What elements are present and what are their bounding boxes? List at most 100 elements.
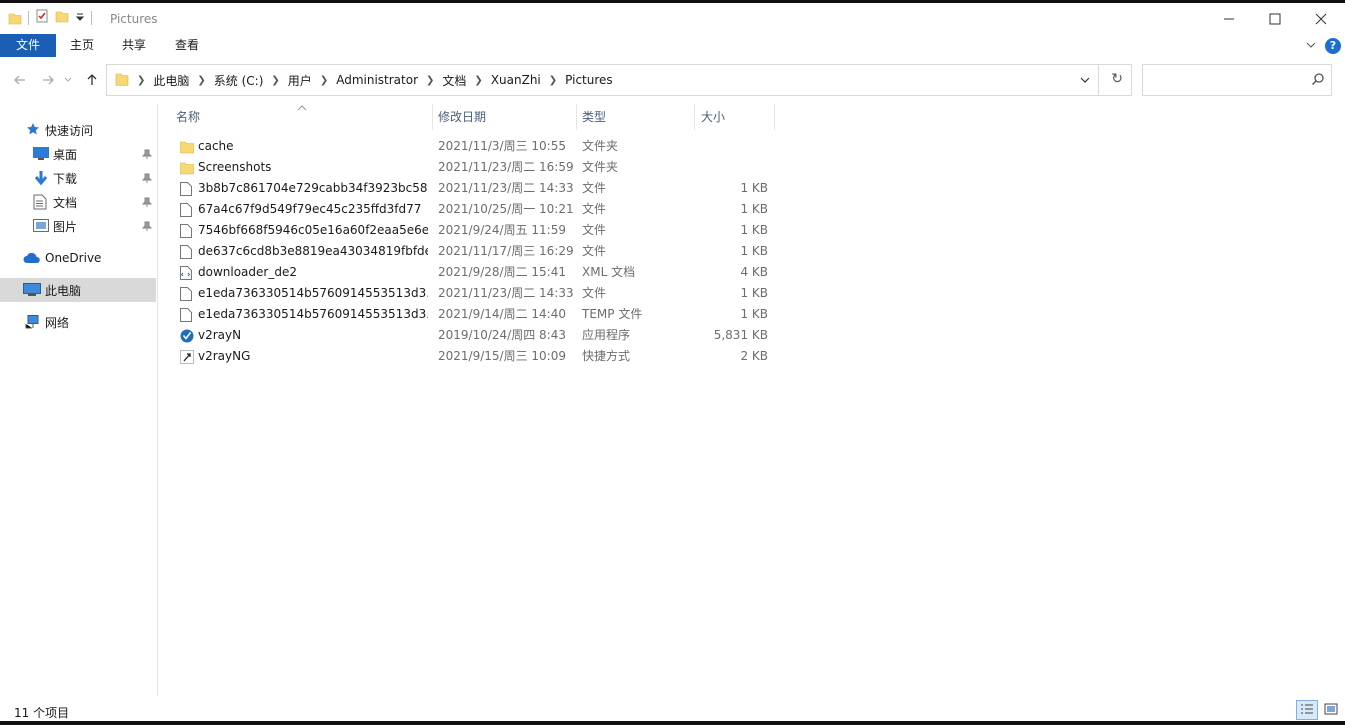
expand-ribbon-icon[interactable] <box>1305 39 1317 54</box>
table-row[interactable]: v2rayNG 2021/9/15/周三 10:09 快捷方式 2 KB <box>176 346 936 367</box>
sidebar-item-desktop[interactable]: 桌面 <box>0 142 156 166</box>
close-button[interactable] <box>1298 3 1344 37</box>
sidebar-item-label: OneDrive <box>45 251 102 265</box>
details-view-icon <box>1300 703 1314 718</box>
navigation-pane: 快速访问 桌面 下载 文档 图片 OneDrive 此电脑 网络 <box>0 104 158 696</box>
tab-view[interactable]: 查看 <box>161 34 213 57</box>
pin-icon[interactable] <box>141 172 153 186</box>
sidebar-item-documents[interactable]: 文档 <box>0 190 156 214</box>
minimize-icon <box>1223 13 1235 28</box>
table-row[interactable]: e1eda736330514b5760914553513d3... 2021/9… <box>176 304 936 325</box>
pin-icon[interactable] <box>141 220 153 234</box>
file-type: 文件 <box>582 181 607 195</box>
sidebar-item-downloads[interactable]: 下载 <box>0 166 156 190</box>
ribbon: 文件 主页 共享 查看 ? <box>0 34 1345 58</box>
file-size: 1 KB <box>740 223 768 237</box>
breadcrumb-item[interactable]: 用户 <box>282 72 318 89</box>
file-date: 2021/11/17/周三 16:29 <box>438 244 574 258</box>
file-date: 2021/9/24/周五 11:59 <box>438 223 566 237</box>
file-name: cache <box>198 139 234 153</box>
details-view-button[interactable] <box>1296 700 1318 720</box>
file-name: e1eda736330514b5760914553513d3... <box>198 307 428 321</box>
breadcrumb-item[interactable]: 系统 (C:) <box>208 72 270 89</box>
breadcrumb: ❯ 此电脑 ❯ 系统 (C:) ❯ 用户 ❯ Administrator ❯ 文… <box>115 65 619 95</box>
customize-qa-dropdown-icon[interactable] <box>75 9 85 26</box>
table-row[interactable]: downloader_de2 2021/9/28/周二 15:41 XML 文档… <box>176 262 936 283</box>
table-row[interactable]: 67a4c67f9d549f79ec45c235ffd3fd77 2021/10… <box>176 199 936 220</box>
table-row[interactable]: cache 2021/11/3/周三 10:55 文件夹 <box>176 136 936 157</box>
file-list: 名称 修改日期 类型 大小 cache 2021/11/3/周三 10:55 文… <box>158 104 1345 696</box>
search-icon <box>1311 72 1325 89</box>
document-icon <box>33 194 47 213</box>
column-header-size[interactable]: 大小 <box>701 104 773 130</box>
new-folder-icon[interactable] <box>55 9 69 26</box>
search-input[interactable] <box>1142 64 1332 96</box>
maximize-button[interactable] <box>1252 3 1298 37</box>
sidebar-item-onedrive[interactable]: OneDrive <box>0 246 156 270</box>
breadcrumb-item[interactable]: XuanZhi <box>485 73 547 87</box>
sidebar-item-this-pc[interactable]: 此电脑 <box>0 278 156 302</box>
breadcrumb-item[interactable]: Pictures <box>559 73 619 87</box>
pictures-icon <box>33 219 49 236</box>
address-history-dropdown-icon[interactable] <box>1079 74 1091 89</box>
back-icon[interactable] <box>10 70 30 90</box>
file-date: 2021/11/23/周二 16:59 <box>438 160 574 174</box>
file-date: 2021/10/25/周一 10:21 <box>438 202 574 216</box>
tab-home[interactable]: 主页 <box>56 34 108 57</box>
network-icon <box>23 315 41 332</box>
pin-icon[interactable] <box>141 196 153 210</box>
file-size: 5,831 KB <box>713 328 768 342</box>
chevron-right-icon[interactable]: ❯ <box>318 75 330 86</box>
up-icon[interactable] <box>82 70 102 90</box>
tab-file[interactable]: 文件 <box>0 34 56 57</box>
file-date: 2021/9/14/周二 14:40 <box>438 307 566 321</box>
chevron-right-icon[interactable]: ❯ <box>269 75 281 86</box>
file-name: 67a4c67f9d549f79ec45c235ffd3fd77 <box>198 202 422 216</box>
properties-icon[interactable] <box>35 9 49 26</box>
forward-icon[interactable] <box>38 70 58 90</box>
sidebar-item-network[interactable]: 网络 <box>0 310 156 334</box>
table-row[interactable]: de637c6cd8b3e8819ea43034819fbfde 2021/11… <box>176 241 936 262</box>
chevron-right-icon[interactable]: ❯ <box>135 75 147 86</box>
address-bar[interactable]: ❯ 此电脑 ❯ 系统 (C:) ❯ 用户 ❯ Administrator ❯ 文… <box>106 64 1132 96</box>
chevron-right-icon[interactable]: ❯ <box>424 75 436 86</box>
sidebar-item-label: 桌面 <box>53 147 78 162</box>
table-row[interactable]: e1eda736330514b5760914553513d3... 2021/1… <box>176 283 936 304</box>
file-date: 2021/11/23/周二 14:33 <box>438 181 574 195</box>
file-type: 文件 <box>582 244 607 258</box>
help-icon[interactable]: ? <box>1325 38 1341 54</box>
minimize-button[interactable] <box>1206 3 1252 37</box>
file-size: 1 KB <box>740 307 768 321</box>
table-row[interactable]: 7546bf668f5946c05e16a60f2eaa5e6e 2021/9/… <box>176 220 936 241</box>
column-header-date[interactable]: 修改日期 <box>438 104 576 130</box>
star-icon <box>26 122 40 139</box>
breadcrumb-item[interactable]: 文档 <box>436 72 472 89</box>
sidebar-item-label: 此电脑 <box>45 283 82 298</box>
pin-icon[interactable] <box>141 148 153 162</box>
table-row[interactable]: Screenshots 2021/11/23/周二 16:59 文件夹 <box>176 157 936 178</box>
table-row[interactable]: 3b8b7c861704e729cabb34f3923bc589 2021/11… <box>176 178 936 199</box>
chevron-right-icon[interactable]: ❯ <box>547 75 559 86</box>
file-name: downloader_de2 <box>198 265 297 279</box>
column-header-name[interactable]: 名称 <box>176 104 432 130</box>
sidebar-item-label: 下载 <box>53 171 78 186</box>
sidebar-item-quick-access[interactable]: 快速访问 <box>0 118 156 142</box>
folder-icon <box>8 11 22 25</box>
recent-locations-icon[interactable] <box>62 70 74 90</box>
quick-access-toolbar <box>8 9 92 26</box>
column-header-type[interactable]: 类型 <box>582 104 694 130</box>
file-size: 1 KB <box>740 181 768 195</box>
breadcrumb-item[interactable]: Administrator <box>330 73 424 87</box>
table-row[interactable]: v2rayN 2019/10/24/周四 8:43 应用程序 5,831 KB <box>176 325 936 346</box>
window-title: Pictures <box>110 12 158 26</box>
sidebar-item-pictures[interactable]: 图片 <box>0 214 156 238</box>
tab-share[interactable]: 共享 <box>108 34 160 57</box>
large-icons-view-button[interactable] <box>1320 700 1342 720</box>
chevron-right-icon[interactable]: ❯ <box>472 75 484 86</box>
file-date: 2019/10/24/周四 8:43 <box>438 328 566 342</box>
refresh-icon[interactable]: ↻ <box>1111 71 1123 87</box>
breadcrumb-item[interactable]: 此电脑 <box>147 72 195 89</box>
shortcut-icon <box>180 350 194 371</box>
chevron-right-icon[interactable]: ❯ <box>195 75 207 86</box>
file-name: 3b8b7c861704e729cabb34f3923bc589 <box>198 181 428 195</box>
